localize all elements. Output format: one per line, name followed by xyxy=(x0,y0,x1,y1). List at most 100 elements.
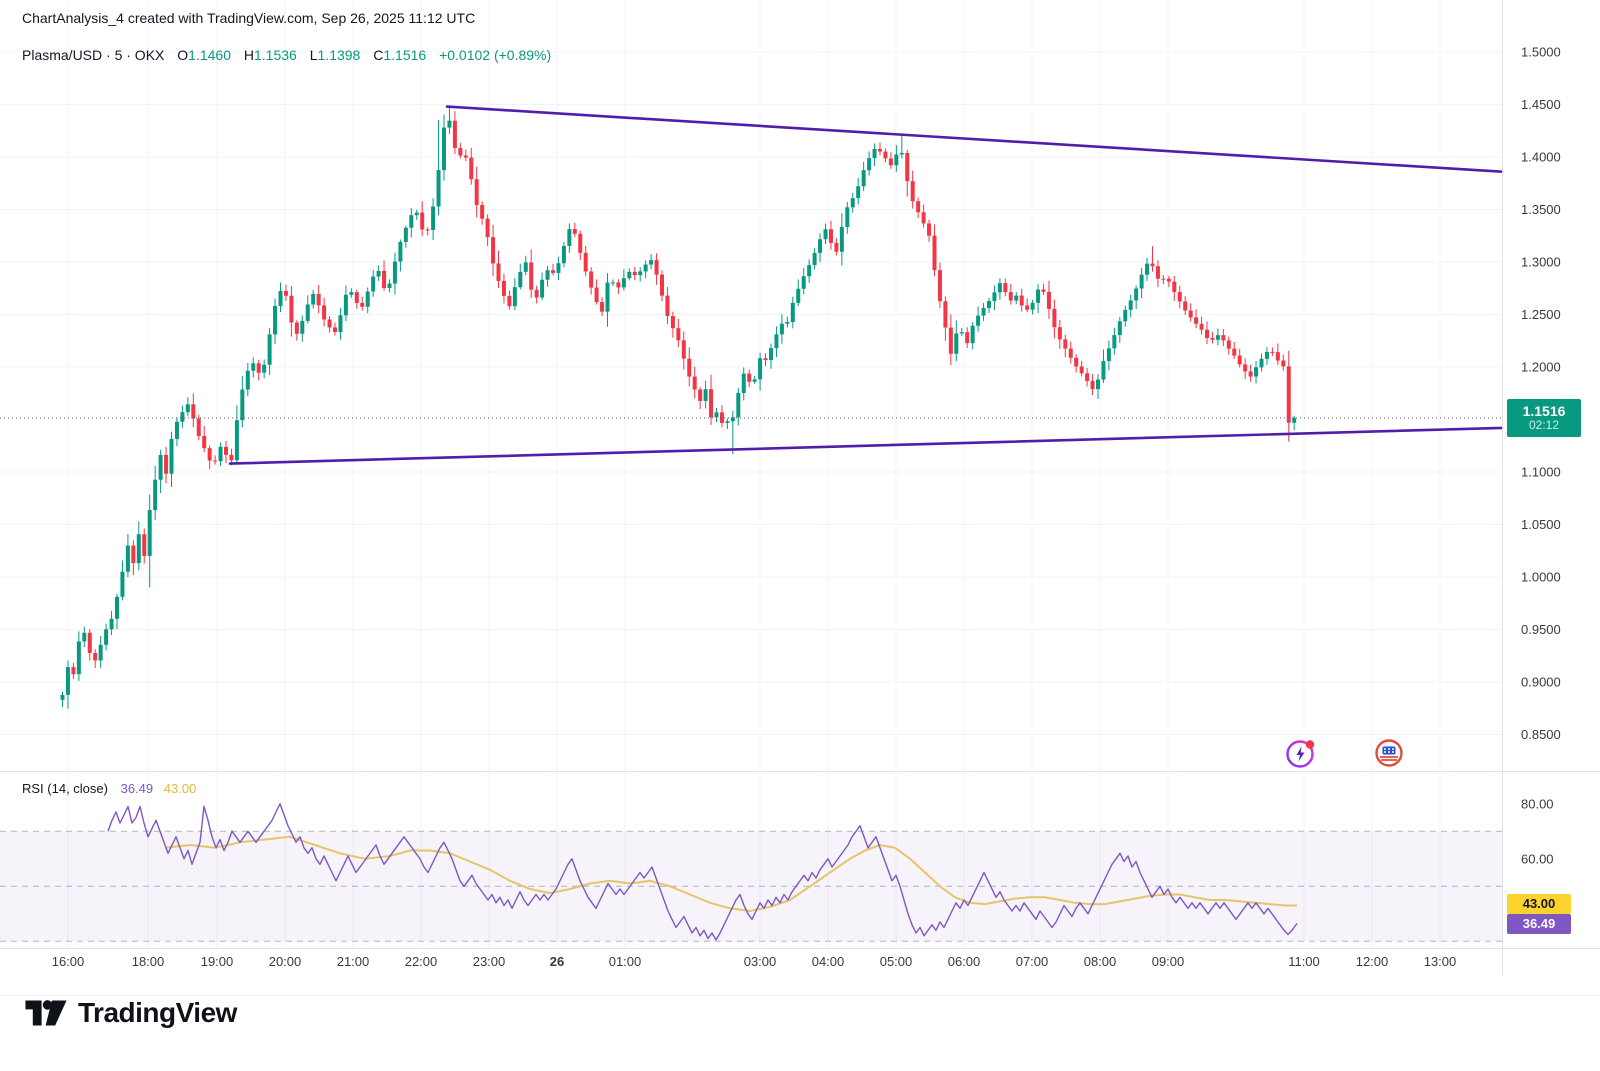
time-tick-label[interactable]: 20:00 xyxy=(269,954,302,969)
candle-body xyxy=(834,242,839,252)
candle-body xyxy=(785,321,790,324)
candle-body xyxy=(322,305,327,320)
time-tick-label[interactable]: 09:00 xyxy=(1152,954,1185,969)
candle-body xyxy=(354,292,359,303)
rsi-tick-label[interactable]: 80.00 xyxy=(1521,796,1554,811)
price-tick-label[interactable]: 1.5000 xyxy=(1521,45,1561,60)
us-flag-calendar-icon[interactable] xyxy=(1373,737,1405,769)
last-price-value: 1.1516 xyxy=(1522,403,1566,420)
candle-body xyxy=(681,340,686,359)
candle-body xyxy=(518,271,523,288)
price-tick-label[interactable]: 0.8500 xyxy=(1521,727,1561,742)
candle-body xyxy=(567,229,572,246)
tradingview-logo-text: TradingView xyxy=(78,997,237,1028)
candle-body xyxy=(300,320,305,334)
candle-body xyxy=(665,295,670,317)
candle-body xyxy=(1057,327,1062,340)
time-tick-label[interactable]: 18:00 xyxy=(132,954,165,969)
candle-body xyxy=(1008,292,1013,301)
candle-body xyxy=(610,282,615,284)
price-tick-label[interactable]: 1.3500 xyxy=(1521,202,1561,217)
price-tick-label[interactable]: 1.4000 xyxy=(1521,150,1561,165)
candle-body xyxy=(1232,348,1237,356)
rsi-value: 36.49 xyxy=(120,781,154,796)
candle-body xyxy=(115,596,119,619)
symbol-legend[interactable]: Plasma/USD · 5 · OKX O1.1460 H1.1536 L1.… xyxy=(22,47,551,63)
open-label: O xyxy=(177,47,189,63)
candle-body xyxy=(431,206,436,230)
candle-body xyxy=(311,293,316,305)
candle-body xyxy=(1068,348,1073,358)
chart-canvas[interactable]: 1.5000 1.4500 1.4000 1.3500 1.3000 1.2500 1.20… xyxy=(0,0,1600,996)
change-value: +0.0102 (+0.89%) xyxy=(439,47,552,63)
candle-body xyxy=(687,358,692,377)
time-tick-label[interactable]: 01:00 xyxy=(609,954,642,969)
trendline-upper-resistance[interactable] xyxy=(445,105,1504,173)
time-tick-label[interactable]: 05:00 xyxy=(880,954,913,969)
candle-body xyxy=(1177,292,1182,302)
candle-body xyxy=(632,271,637,276)
candle-body xyxy=(709,389,714,418)
candle-body xyxy=(147,510,152,556)
candle-body xyxy=(850,198,855,208)
candle-body xyxy=(937,270,942,302)
rsi-tick-label[interactable]: 60.00 xyxy=(1521,851,1554,866)
time-tick-label[interactable]: 07:00 xyxy=(1016,954,1049,969)
price-tick-label[interactable]: 1.1000 xyxy=(1521,465,1561,480)
candle-body xyxy=(1281,360,1286,367)
tradingview-logo-mark xyxy=(25,1000,67,1026)
time-tick-label[interactable]: 13:00 xyxy=(1424,954,1457,969)
candle-body xyxy=(790,302,795,322)
candle-body xyxy=(496,263,501,281)
time-tick-label[interactable]: 12:00 xyxy=(1356,954,1389,969)
price-tick-label[interactable]: 1.2500 xyxy=(1521,307,1561,322)
price-tick-label[interactable]: 0.9000 xyxy=(1521,675,1561,690)
candle-body xyxy=(283,290,288,296)
candle-body xyxy=(1063,339,1068,349)
time-tick-label[interactable]: 26 xyxy=(550,954,564,969)
tradingview-chart-page: 1.5000 1.4500 1.4000 1.3500 1.3000 1.2500 1.20… xyxy=(0,0,1600,1071)
candle-body xyxy=(267,334,272,365)
time-tick-label[interactable]: 11:00 xyxy=(1288,954,1320,969)
rsi-legend-title[interactable]: RSI (14, close) xyxy=(22,781,108,796)
candle-body xyxy=(807,265,812,277)
candle-body xyxy=(305,304,310,321)
candle-body xyxy=(752,379,757,382)
candle-body xyxy=(420,212,425,230)
tradingview-logo[interactable]: TradingView xyxy=(24,995,237,1031)
symbol-name[interactable]: Plasma/USD · 5 · OKX xyxy=(22,47,164,63)
time-tick-label[interactable]: 19:00 xyxy=(201,954,234,969)
time-tick-label[interactable]: 03:00 xyxy=(744,954,777,969)
time-tick-label[interactable]: 22:00 xyxy=(405,954,438,969)
flash-icon[interactable] xyxy=(1285,737,1317,769)
time-tick-label[interactable]: 23:00 xyxy=(473,954,506,969)
candle-body xyxy=(1199,323,1204,330)
candle-body xyxy=(278,290,283,306)
candle-body xyxy=(164,454,169,474)
candle-body xyxy=(572,229,577,234)
price-tick-label[interactable]: 1.0500 xyxy=(1521,517,1561,532)
time-tick-label[interactable]: 04:00 xyxy=(812,954,845,969)
candle-body xyxy=(649,260,654,265)
candle-body xyxy=(796,288,801,303)
candle-body xyxy=(643,264,648,272)
candle-body xyxy=(425,229,430,231)
price-tick-label[interactable]: 1.0000 xyxy=(1521,570,1561,585)
time-tick-label[interactable]: 16:00 xyxy=(52,954,85,969)
time-tick-label[interactable]: 06:00 xyxy=(948,954,981,969)
price-tick-label[interactable]: 1.3000 xyxy=(1521,255,1561,270)
rsi-legend[interactable]: RSI (14, close) 36.49 43.00 xyxy=(22,781,196,796)
price-tick-label[interactable]: 1.2000 xyxy=(1521,360,1561,375)
time-tick-label[interactable]: 21:00 xyxy=(337,954,370,969)
candle-body xyxy=(1150,263,1155,267)
candle-body xyxy=(125,545,130,572)
price-tick-label[interactable]: 1.4500 xyxy=(1521,97,1561,112)
candle-body xyxy=(409,215,414,228)
candle-body xyxy=(763,358,768,361)
candle-body xyxy=(376,270,381,277)
candle-body xyxy=(769,348,773,361)
price-tick-label[interactable]: 0.9500 xyxy=(1521,622,1561,637)
time-tick-label[interactable]: 08:00 xyxy=(1084,954,1117,969)
candle-body xyxy=(943,301,948,328)
candle-body xyxy=(360,302,365,307)
